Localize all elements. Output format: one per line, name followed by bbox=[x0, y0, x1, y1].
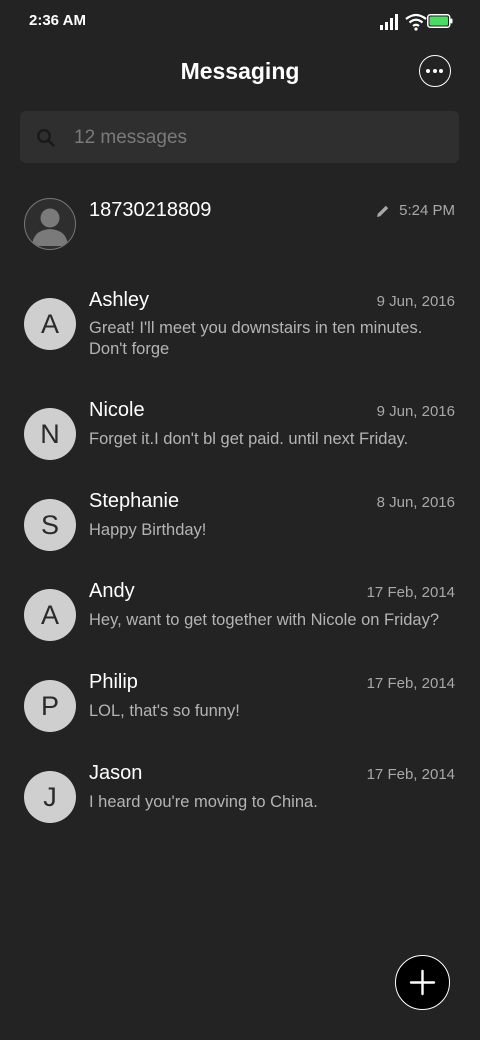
more-options-button[interactable] bbox=[419, 55, 451, 87]
conversation-item[interactable]: S Stephanie 8 Jun, 2016 Happy Birthday! bbox=[0, 483, 480, 574]
message-date: 9 Jun, 2016 bbox=[376, 293, 455, 310]
conversation-item[interactable]: J Jason 17 Feb, 2014 I heard you're movi… bbox=[0, 755, 480, 846]
search-icon bbox=[36, 128, 55, 147]
avatar: A bbox=[24, 298, 76, 350]
plus-icon bbox=[409, 969, 435, 995]
wifi-icon bbox=[405, 13, 427, 31]
avatar: N bbox=[24, 408, 76, 460]
contact-name: 18730218809 bbox=[89, 199, 212, 221]
message-date: 17 Feb, 2014 bbox=[366, 675, 455, 693]
pencil-icon bbox=[377, 205, 389, 217]
person-silhouette-icon bbox=[31, 208, 68, 246]
message-date: 8 Jun, 2016 bbox=[376, 493, 455, 511]
contact-name: Jason bbox=[89, 761, 143, 784]
message-date: 9 Jun, 2016 bbox=[376, 403, 455, 420]
page-title: Messaging bbox=[180, 58, 300, 84]
signal-icon bbox=[380, 14, 398, 30]
avatar: J bbox=[24, 770, 76, 823]
contact-name: Nicole bbox=[89, 399, 145, 421]
search-bar[interactable] bbox=[20, 111, 459, 163]
conversation-item[interactable]: P Philip 17 Feb, 2014 LOL, that's so fun… bbox=[0, 664, 480, 755]
contact-name: Philip bbox=[89, 671, 138, 694]
avatar: P bbox=[24, 680, 76, 733]
message-snippet: Happy Birthday! bbox=[89, 520, 207, 539]
battery-icon bbox=[427, 14, 453, 28]
message-time: 5:24 PM bbox=[399, 202, 455, 219]
more-dot bbox=[432, 69, 437, 73]
conversation-item[interactable]: 18730218809 5:24 PM bbox=[0, 182, 480, 282]
conversation-item[interactable]: N Nicole 9 Jun, 2016 Forget it.I don't b… bbox=[0, 392, 480, 483]
message-date: 17 Feb, 2014 bbox=[366, 765, 455, 783]
message-snippet: LOL, that's so funny! bbox=[89, 702, 240, 721]
app-header: Messaging bbox=[0, 48, 480, 96]
message-snippet: Hey, want to get together with Nicole on… bbox=[89, 611, 440, 630]
contact-name: Andy bbox=[89, 580, 135, 603]
new-message-button[interactable] bbox=[395, 955, 450, 1010]
contact-name: Stephanie bbox=[89, 489, 180, 512]
status-time: 2:36 AM bbox=[29, 12, 86, 29]
conversation-item[interactable]: A Andy 17 Feb, 2014 Hey, want to get tog… bbox=[0, 573, 480, 664]
more-dots-icon bbox=[426, 69, 430, 73]
message-date: 17 Feb, 2014 bbox=[366, 584, 455, 602]
avatar bbox=[24, 198, 76, 250]
more-dot bbox=[439, 69, 443, 73]
avatar: A bbox=[24, 589, 76, 642]
avatar: S bbox=[24, 498, 76, 551]
search-input[interactable] bbox=[72, 123, 446, 153]
message-snippet: Great! I'll meet you downstairs in ten m… bbox=[89, 319, 423, 358]
conversation-list: 18730218809 5:24 PM A Ashley 9 Jun, 2016… bbox=[0, 182, 480, 845]
message-snippet: I heard you're moving to China. bbox=[89, 792, 318, 811]
conversation-item[interactable]: A Ashley 9 Jun, 2016 Great! I'll meet yo… bbox=[0, 282, 480, 392]
message-snippet: Forget it.I don't bl get paid. until nex… bbox=[89, 430, 409, 448]
status-bar: 2:36 AM bbox=[0, 0, 480, 44]
contact-name: Ashley bbox=[89, 289, 150, 311]
